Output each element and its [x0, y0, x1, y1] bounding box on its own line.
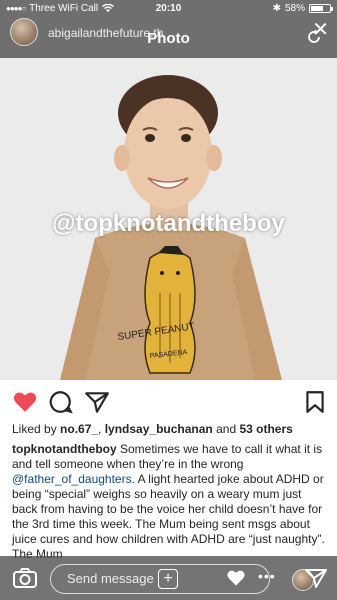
- caption-mention[interactable]: @father_of_daughters: [12, 472, 132, 486]
- page-title: Photo: [147, 30, 190, 47]
- send-icon[interactable]: [304, 566, 328, 590]
- others-link[interactable]: 53 others: [239, 422, 292, 436]
- battery-percent: 58%: [284, 3, 305, 14]
- liker-link[interactable]: lyndsay_buchanan: [105, 422, 213, 436]
- liker-link[interactable]: no.67_: [60, 422, 98, 436]
- battery-icon: [309, 4, 333, 13]
- post-caption: topknotandtheboy Sometimes we have to ca…: [12, 442, 328, 562]
- likes-middle: and: [212, 422, 240, 436]
- share-icon[interactable]: [84, 389, 110, 415]
- refresh-icon[interactable]: [305, 28, 323, 46]
- photo-watermark: @topknotandtheboy: [52, 210, 285, 237]
- heart-icon[interactable]: [12, 389, 38, 415]
- likes-sep: ,: [98, 422, 105, 436]
- activity-heart-icon[interactable]: [226, 568, 246, 588]
- camera-icon[interactable]: [12, 566, 38, 590]
- post-actions: [0, 385, 337, 419]
- more-options-icon[interactable]: •••: [258, 568, 276, 584]
- status-bar: ●●●●○ Three WiFi Call 20:10 ✱ 58%: [0, 0, 337, 18]
- comment-icon[interactable]: [48, 389, 74, 415]
- caption-username[interactable]: topknotandtheboy: [12, 442, 117, 456]
- plus-icon[interactable]: +: [158, 569, 178, 589]
- likes-line: Liked by no.67_, lyndsay_buchanan and 53…: [12, 422, 293, 436]
- bookmark-icon[interactable]: [302, 389, 328, 415]
- header: abigailandthefuture.th Photo ✕: [0, 18, 337, 58]
- post-photo[interactable]: SUPER PEANUT PASADENA @topknotandtheboy: [0, 58, 337, 380]
- bluetooth-icon: ✱: [272, 3, 281, 14]
- bottom-bar: Send message + •••: [0, 556, 337, 600]
- likes-prefix: Liked by: [12, 422, 61, 436]
